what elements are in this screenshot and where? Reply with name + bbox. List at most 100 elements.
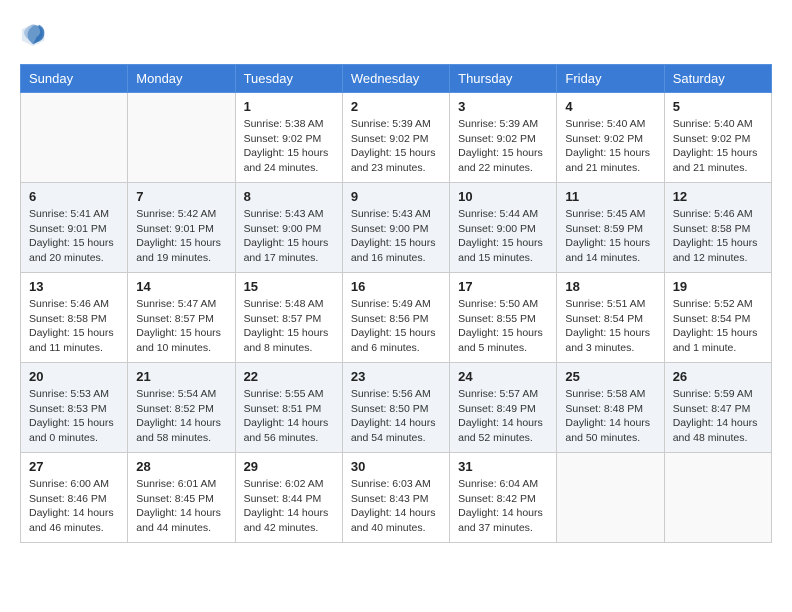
sunrise-text: Sunrise: 5:52 AM — [673, 298, 753, 310]
cell-content: Sunrise: 5:42 AMSunset: 9:01 PMDaylight:… — [136, 207, 226, 266]
sunrise-text: Sunrise: 5:45 AM — [565, 208, 645, 220]
header-saturday: Saturday — [664, 65, 771, 93]
day-number: 17 — [458, 279, 548, 294]
sunset-text: Sunset: 8:50 PM — [351, 403, 429, 415]
header-row: SundayMondayTuesdayWednesdayThursdayFrid… — [21, 65, 772, 93]
sunset-text: Sunset: 8:45 PM — [136, 493, 214, 505]
calendar-cell: 18Sunrise: 5:51 AMSunset: 8:54 PMDayligh… — [557, 273, 664, 363]
daylight-text: Daylight: 14 hours and 50 minutes. — [565, 417, 650, 444]
day-number: 15 — [244, 279, 334, 294]
calendar-cell: 31 Sunrise: 6:04 AMSunset: 8:42 PMDayligh… — [450, 453, 557, 543]
week-row-1: 1 Sunrise: 5:38 AMSunset: 9:02 PMDaylight… — [21, 93, 772, 183]
sunset-text: Sunset: 8:43 PM — [351, 493, 429, 505]
daylight-text: Daylight: 15 hours and 17 minutes. — [244, 237, 329, 264]
sunset-text: Sunset: 8:49 PM — [458, 403, 536, 415]
cell-content: Sunrise: 5:57 AMSunset: 8:49 PMDaylight:… — [458, 387, 548, 446]
sunrise-text: Sunrise: 6:02 AM — [244, 478, 324, 490]
cell-content: Sunrise: 5:43 AMSunset: 9:00 PMDaylight:… — [244, 207, 334, 266]
cell-content: Sunrise: 5:49 AMSunset: 8:56 PMDaylight:… — [351, 297, 441, 356]
sunrise-text: Sunrise: 5:50 AM — [458, 298, 538, 310]
calendar-cell — [557, 453, 664, 543]
calendar-cell: 30 Sunrise: 6:03 AMSunset: 8:43 PMDayligh… — [342, 453, 449, 543]
cell-content: Sunrise: 5:56 AMSunset: 8:50 PMDaylight:… — [351, 387, 441, 446]
calendar-cell: 12Sunrise: 5:46 AMSunset: 8:58 PMDayligh… — [664, 183, 771, 273]
cell-content: Sunrise: 5:46 AMSunset: 8:58 PMDaylight:… — [29, 297, 119, 356]
daylight-text: Daylight: 15 hours and 12 minutes. — [673, 237, 758, 264]
calendar-cell: 26Sunrise: 5:59 AMSunset: 8:47 PMDayligh… — [664, 363, 771, 453]
calendar-cell: 22Sunrise: 5:55 AMSunset: 8:51 PMDayligh… — [235, 363, 342, 453]
calendar-cell: 11Sunrise: 5:45 AMSunset: 8:59 PMDayligh… — [557, 183, 664, 273]
calendar-cell: 16 Sunrise: 5:49 AMSunset: 8:56 PMDayligh… — [342, 273, 449, 363]
calendar-cell — [664, 453, 771, 543]
day-number: 23 — [351, 369, 441, 384]
daylight-text: Daylight: 14 hours and 44 minutes. — [136, 507, 221, 534]
sunrise-text: Sunrise: 5:44 AM — [458, 208, 538, 220]
header-thursday: Thursday — [450, 65, 557, 93]
calendar-cell — [21, 93, 128, 183]
sunset-text: Sunset: 8:57 PM — [136, 313, 214, 325]
daylight-text: Daylight: 15 hours and 16 minutes. — [351, 237, 436, 264]
daylight-text: Daylight: 15 hours and 0 minutes. — [29, 417, 114, 444]
daylight-text: Daylight: 15 hours and 21 minutes. — [565, 147, 650, 174]
week-row-5: 27Sunrise: 6:00 AMSunset: 8:46 PMDayligh… — [21, 453, 772, 543]
daylight-text: Daylight: 15 hours and 1 minute. — [673, 327, 758, 354]
daylight-text: Daylight: 15 hours and 21 minutes. — [673, 147, 758, 174]
cell-content: Sunrise: 5:41 AM Sunset: 9:01 PM Daylight:… — [29, 207, 119, 266]
sunrise-text: Sunrise: 5:39 AM — [458, 118, 538, 130]
sunrise-text: Sunrise: 5:47 AM — [136, 298, 216, 310]
sunset-text: Sunset: 8:58 PM — [29, 313, 107, 325]
week-row-3: 13Sunrise: 5:46 AMSunset: 8:58 PMDayligh… — [21, 273, 772, 363]
cell-content: Sunrise: 5:38 AMSunset: 9:02 PMDaylight:… — [244, 117, 334, 176]
sunset-text: Sunset: 8:57 PM — [244, 313, 322, 325]
day-number: 31 — [458, 459, 548, 474]
calendar-table: SundayMondayTuesdayWednesdayThursdayFrid… — [20, 64, 772, 543]
calendar-cell: 6 Sunrise: 5:41 AM Sunset: 9:01 PM Daylight… — [21, 183, 128, 273]
calendar-cell: 27Sunrise: 6:00 AMSunset: 8:46 PMDayligh… — [21, 453, 128, 543]
daylight-text: Daylight: 15 hours and 5 minutes. — [458, 327, 543, 354]
calendar-cell: 7 Sunrise: 5:42 AMSunset: 9:01 PMDaylight… — [128, 183, 235, 273]
daylight-text: Daylight: 15 hours and 20 minutes. — [29, 237, 114, 264]
sunrise-text: Sunrise: 5:57 AM — [458, 388, 538, 400]
day-number: 14 — [136, 279, 226, 294]
sunrise-text: Sunrise: 5:41 AM — [29, 208, 109, 220]
sunset-text: Sunset: 8:51 PM — [244, 403, 322, 415]
daylight-text: Daylight: 14 hours and 42 minutes. — [244, 507, 329, 534]
cell-content: Sunrise: 5:40 AMSunset: 9:02 PMDaylight:… — [673, 117, 763, 176]
sunset-text: Sunset: 9:00 PM — [351, 223, 429, 235]
day-number: 9 — [351, 189, 441, 204]
day-number: 3 — [458, 99, 548, 114]
logo-icon — [20, 20, 48, 48]
sunrise-text: Sunrise: 5:51 AM — [565, 298, 645, 310]
sunrise-text: Sunrise: 6:01 AM — [136, 478, 216, 490]
cell-content: Sunrise: 6:04 AMSunset: 8:42 PMDaylight:… — [458, 477, 548, 536]
sunrise-text: Sunrise: 6:04 AM — [458, 478, 538, 490]
day-number: 16 — [351, 279, 441, 294]
day-number: 11 — [565, 189, 655, 204]
daylight-text: Daylight: 15 hours and 24 minutes. — [244, 147, 329, 174]
sunset-text: Sunset: 9:01 PM — [29, 223, 107, 235]
day-number: 30 — [351, 459, 441, 474]
calendar-cell: 24Sunrise: 5:57 AMSunset: 8:49 PMDayligh… — [450, 363, 557, 453]
week-row-2: 6 Sunrise: 5:41 AM Sunset: 9:01 PM Daylight… — [21, 183, 772, 273]
sunrise-text: Sunrise: 5:56 AM — [351, 388, 431, 400]
cell-content: Sunrise: 6:03 AMSunset: 8:43 PMDaylight:… — [351, 477, 441, 536]
day-number: 10 — [458, 189, 548, 204]
calendar-cell: 23Sunrise: 5:56 AMSunset: 8:50 PMDayligh… — [342, 363, 449, 453]
daylight-text: Daylight: 15 hours and 14 minutes. — [565, 237, 650, 264]
cell-content: Sunrise: 5:58 AMSunset: 8:48 PMDaylight:… — [565, 387, 655, 446]
daylight-text: Daylight: 15 hours and 23 minutes. — [351, 147, 436, 174]
cell-content: Sunrise: 5:46 AMSunset: 8:58 PMDaylight:… — [673, 207, 763, 266]
cell-content: Sunrise: 5:44 AMSunset: 9:00 PMDaylight:… — [458, 207, 548, 266]
day-number: 5 — [673, 99, 763, 114]
sunrise-text: Sunrise: 5:53 AM — [29, 388, 109, 400]
day-number: 7 — [136, 189, 226, 204]
day-number: 18 — [565, 279, 655, 294]
day-number: 20 — [29, 369, 119, 384]
day-number: 1 — [244, 99, 334, 114]
calendar-cell: 19Sunrise: 5:52 AMSunset: 8:54 PMDayligh… — [664, 273, 771, 363]
cell-content: Sunrise: 5:48 AMSunset: 8:57 PMDaylight:… — [244, 297, 334, 356]
day-number: 6 — [29, 189, 119, 204]
day-number: 4 — [565, 99, 655, 114]
calendar-cell: 17Sunrise: 5:50 AMSunset: 8:55 PMDayligh… — [450, 273, 557, 363]
page-header — [20, 20, 772, 48]
